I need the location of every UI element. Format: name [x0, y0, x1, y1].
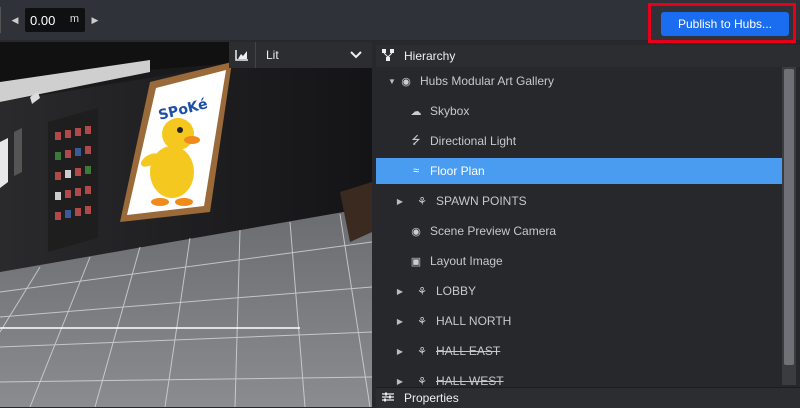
- tree-item-label: HALL EAST: [436, 344, 501, 358]
- grid-size-value[interactable]: 0.00: [25, 13, 55, 28]
- tree-item-hall-east[interactable]: ▶ ⚘ HALL EAST: [376, 338, 782, 364]
- top-toolbar: ◀ 0.00 m ▶ Publish to Hubs...: [0, 0, 800, 43]
- tree-item-label: Skybox: [430, 104, 470, 118]
- tree-item-label: HALL WEST: [436, 374, 504, 385]
- tree-item-label: Layout Image: [430, 254, 503, 268]
- grid-snap-stepper[interactable]: ◀ 0.00 m ▶: [0, 6, 105, 34]
- tree-item-root[interactable]: ▼ ◉ Hubs Modular Art Gallery: [376, 68, 782, 94]
- grid-size-input[interactable]: 0.00 m: [25, 8, 85, 32]
- scrollbar-thumb[interactable]: [784, 69, 794, 365]
- camera-icon: ◉: [411, 225, 421, 238]
- stats-toggle-icon[interactable]: [229, 42, 256, 68]
- sliders-icon: [376, 391, 404, 405]
- hierarchy-panel-header: Hierarchy: [376, 45, 800, 67]
- publish-to-hubs-button[interactable]: Publish to Hubs...: [661, 12, 789, 36]
- hierarchy-icon: [376, 48, 404, 64]
- scene-viewport[interactable]: SPoKé: [0, 42, 372, 407]
- grid-size-unit: m: [69, 13, 79, 25]
- publish-highlight: Publish to Hubs...: [648, 3, 796, 43]
- increment-button[interactable]: ▶: [85, 7, 105, 33]
- floor-plan-icon: ≈: [412, 165, 420, 177]
- toolbar-divider: [0, 7, 1, 33]
- group-icon: ⚘: [417, 195, 427, 208]
- tree-item-label: Scene Preview Camera: [430, 224, 557, 238]
- group-icon: ⚘: [417, 285, 427, 298]
- chevron-down-icon[interactable]: [350, 48, 372, 62]
- tree-item-hall-north[interactable]: ▶ ⚘ HALL NORTH: [376, 308, 782, 334]
- caret-down-icon[interactable]: ▼: [386, 77, 398, 86]
- tree-item-skybox[interactable]: ☁ Skybox: [376, 98, 782, 124]
- tree-item-hall-west[interactable]: ▶ ⚘ HALL WEST: [376, 368, 782, 385]
- bolt-icon: ⭍: [411, 134, 421, 147]
- tree-item-label: Floor Plan: [430, 164, 485, 178]
- globe-icon: ◉: [401, 75, 411, 88]
- hierarchy-tree: ▼ ◉ Hubs Modular Art Gallery ☁ Skybox ⭍ …: [376, 67, 782, 385]
- tree-item-lobby[interactable]: ▶ ⚘ LOBBY: [376, 278, 782, 304]
- tree-item-layout-image[interactable]: ▣ Layout Image: [376, 248, 782, 274]
- caret-right-icon[interactable]: ▶: [394, 197, 406, 206]
- group-icon: ⚘: [417, 375, 427, 386]
- group-icon: ⚘: [417, 315, 427, 328]
- group-icon: ⚘: [417, 345, 427, 358]
- caret-right-icon[interactable]: ▶: [394, 347, 406, 356]
- scene-render: [0, 42, 372, 407]
- hierarchy-scrollbar[interactable]: [782, 67, 796, 385]
- tree-item-spawn-points[interactable]: ▶ ⚘ SPAWN POINTS: [376, 188, 782, 214]
- caret-right-icon[interactable]: ▶: [394, 317, 406, 326]
- cloud-icon: ☁: [410, 105, 422, 118]
- tree-item-label: SPAWN POINTS: [436, 194, 527, 208]
- tree-item-label: Hubs Modular Art Gallery: [420, 74, 555, 88]
- tree-item-label: LOBBY: [436, 284, 477, 298]
- decrement-button[interactable]: ◀: [5, 7, 25, 33]
- tree-item-scene-preview-camera[interactable]: ◉ Scene Preview Camera: [376, 218, 782, 244]
- viewport-controls: Lit: [229, 42, 372, 68]
- properties-panel-header: Properties: [376, 387, 800, 408]
- properties-title: Properties: [404, 391, 459, 405]
- tree-item-directional-light[interactable]: ⭍ Directional Light: [376, 128, 782, 154]
- tree-item-label: HALL NORTH: [436, 314, 512, 328]
- tree-item-floor-plan[interactable]: ≈ Floor Plan: [376, 158, 782, 184]
- hierarchy-title: Hierarchy: [404, 49, 456, 63]
- tree-item-label: Directional Light: [430, 134, 517, 148]
- caret-right-icon[interactable]: ▶: [394, 287, 406, 296]
- render-mode-select[interactable]: Lit: [256, 48, 350, 62]
- cube-icon: ▣: [410, 255, 422, 268]
- caret-right-icon[interactable]: ▶: [394, 377, 406, 386]
